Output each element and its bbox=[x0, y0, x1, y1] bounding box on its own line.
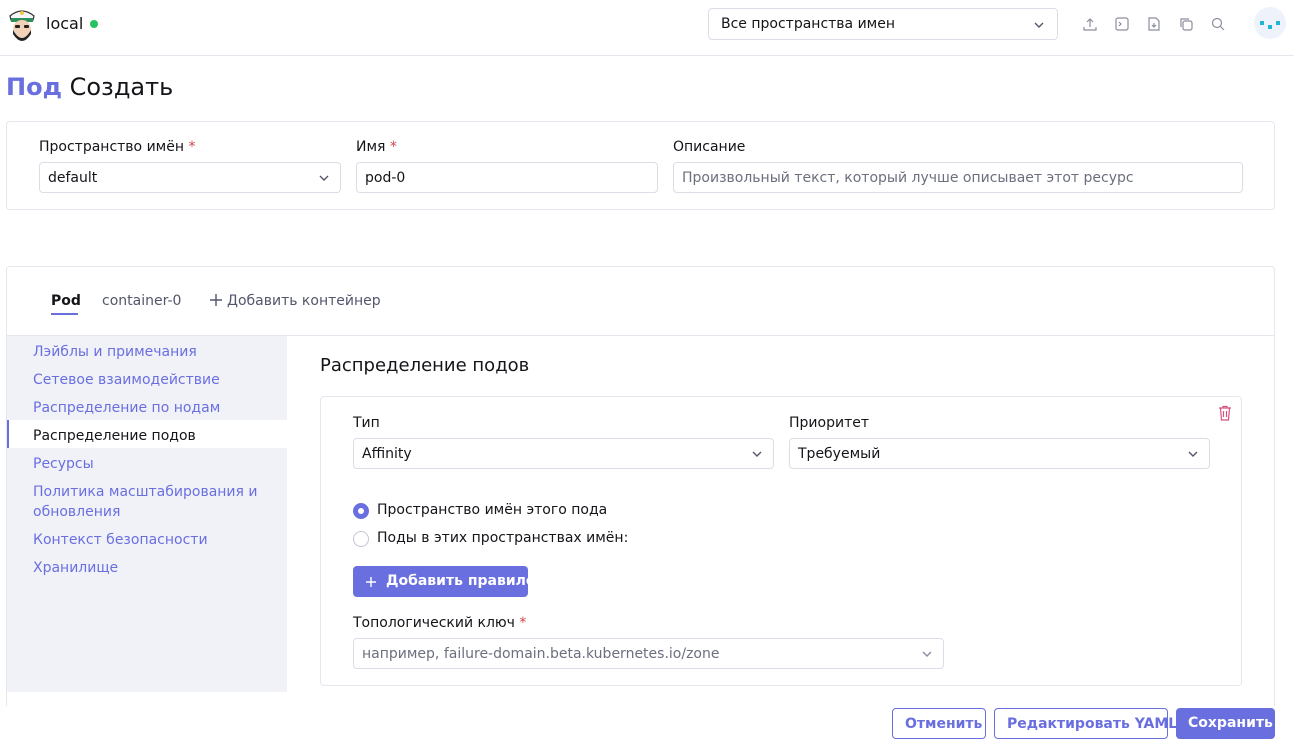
pod-spec-card: Pod container-0 Добавить контейнер Лэйбл… bbox=[6, 266, 1275, 706]
tab-pod[interactable]: Pod bbox=[51, 293, 81, 309]
metadata-card: Пространство имён * default Имя * pod-0 … bbox=[6, 121, 1275, 210]
namespace-label-text: Пространство имён bbox=[39, 139, 184, 155]
radio-other-namespaces[interactable] bbox=[353, 531, 369, 547]
add-rule-label: Добавить правило bbox=[386, 573, 536, 589]
save-button[interactable]: Сохранить bbox=[1176, 708, 1275, 739]
plus-icon bbox=[366, 577, 376, 587]
name-label-text: Имя bbox=[356, 139, 386, 155]
topology-key-placeholder: например, failure-domain.beta.kubernetes… bbox=[362, 646, 720, 662]
cluster-status-dot bbox=[90, 20, 98, 28]
section-title: Распределение подов bbox=[320, 355, 530, 376]
tab-container-0[interactable]: container-0 bbox=[102, 293, 181, 309]
chevron-down-icon bbox=[319, 175, 329, 181]
download-icon[interactable] bbox=[1146, 16, 1162, 32]
required-mark: * bbox=[188, 139, 196, 155]
type-label: Тип bbox=[353, 415, 380, 431]
sidebar-item-node-scheduling[interactable]: Распределение по нодам bbox=[33, 398, 273, 418]
sidebar-item-upgrade-policy[interactable]: Политика масштабирования и обновления bbox=[33, 482, 273, 522]
namespace-filter-value: Все пространства имен bbox=[721, 16, 896, 32]
type-select-value: Affinity bbox=[362, 446, 412, 462]
sidebar-item-networking[interactable]: Сетевое взаимодействие bbox=[33, 370, 273, 390]
resource-type-link[interactable]: Под bbox=[6, 73, 62, 101]
priority-select-value: Требуемый bbox=[798, 446, 881, 462]
active-tab-indicator bbox=[51, 313, 78, 315]
description-input[interactable]: Произвольный текст, который лучше описыв… bbox=[673, 162, 1243, 193]
cluster-name[interactable]: local bbox=[46, 14, 83, 33]
sidebar-item-pod-scheduling[interactable]: Распределение подов bbox=[33, 426, 273, 446]
namespace-label: Пространство имён * bbox=[39, 139, 195, 155]
cancel-button[interactable]: Отменить bbox=[892, 708, 986, 739]
container-tabs: Pod container-0 Добавить контейнер bbox=[7, 267, 1274, 336]
edit-yaml-label: Редактировать YAML bbox=[1007, 716, 1178, 732]
sidebar-item-resources[interactable]: Ресурсы bbox=[33, 454, 273, 474]
name-input[interactable]: pod-0 bbox=[356, 162, 658, 193]
upload-icon[interactable] bbox=[1082, 16, 1098, 32]
radio-this-namespace[interactable] bbox=[353, 503, 369, 519]
trash-icon[interactable] bbox=[1218, 405, 1232, 421]
description-placeholder: Произвольный текст, который лучше описыв… bbox=[682, 170, 1134, 186]
top-bar: local Все пространства имен bbox=[0, 0, 1294, 56]
add-rule-button[interactable]: Добавить правило bbox=[353, 566, 536, 597]
chevron-down-icon bbox=[752, 451, 762, 457]
avatar-pattern-icon bbox=[1260, 21, 1280, 29]
section-sidebar: Лэйблы и примечания Сетевое взаимодейств… bbox=[7, 336, 287, 692]
topology-key-label: Топологический ключ * bbox=[353, 615, 526, 631]
save-label: Сохранить bbox=[1188, 715, 1273, 731]
topology-key-select[interactable]: например, failure-domain.beta.kubernetes… bbox=[353, 638, 944, 669]
name-label: Имя * bbox=[356, 139, 397, 155]
sidebar-item-storage[interactable]: Хранилище bbox=[33, 558, 273, 578]
cluster-logo-icon bbox=[9, 10, 35, 41]
priority-label: Приоритет bbox=[789, 415, 869, 431]
plus-icon bbox=[210, 294, 222, 306]
namespace-filter-select[interactable]: Все пространства имен bbox=[708, 8, 1058, 40]
page-title: Под Создать bbox=[6, 73, 173, 101]
required-mark: * bbox=[389, 139, 397, 155]
chevron-down-icon bbox=[1188, 451, 1198, 457]
radio-other-namespaces-label: Поды в этих пространствах имён: bbox=[377, 530, 629, 546]
scheduling-rule-box: Тип Affinity Приоритет Требуемый Простра… bbox=[320, 396, 1242, 686]
type-select[interactable]: Affinity bbox=[353, 438, 774, 469]
add-container-label: Добавить контейнер bbox=[227, 293, 381, 309]
chevron-down-icon bbox=[922, 651, 932, 657]
required-mark: * bbox=[519, 615, 527, 631]
page-action-title: Создать bbox=[69, 73, 174, 101]
user-avatar[interactable] bbox=[1254, 7, 1286, 39]
priority-select[interactable]: Требуемый bbox=[789, 438, 1210, 469]
search-icon[interactable] bbox=[1210, 16, 1226, 32]
chevron-down-icon bbox=[1034, 22, 1044, 28]
cancel-label: Отменить bbox=[905, 716, 983, 732]
copy-icon[interactable] bbox=[1178, 16, 1194, 32]
terminal-icon[interactable] bbox=[1114, 16, 1130, 32]
namespace-select-value: default bbox=[48, 170, 98, 186]
radio-this-namespace-label: Пространство имён этого пода bbox=[377, 502, 608, 518]
name-input-value: pod-0 bbox=[365, 170, 406, 186]
sidebar-item-labels[interactable]: Лэйблы и примечания bbox=[33, 342, 273, 362]
topology-key-label-text: Топологический ключ bbox=[353, 615, 515, 631]
description-label: Описание bbox=[673, 139, 746, 155]
namespace-select[interactable]: default bbox=[39, 162, 341, 193]
sidebar-item-security-context[interactable]: Контекст безопасности bbox=[33, 530, 273, 550]
add-container-button[interactable]: Добавить контейнер bbox=[209, 293, 381, 309]
edit-yaml-button[interactable]: Редактировать YAML bbox=[994, 708, 1177, 739]
